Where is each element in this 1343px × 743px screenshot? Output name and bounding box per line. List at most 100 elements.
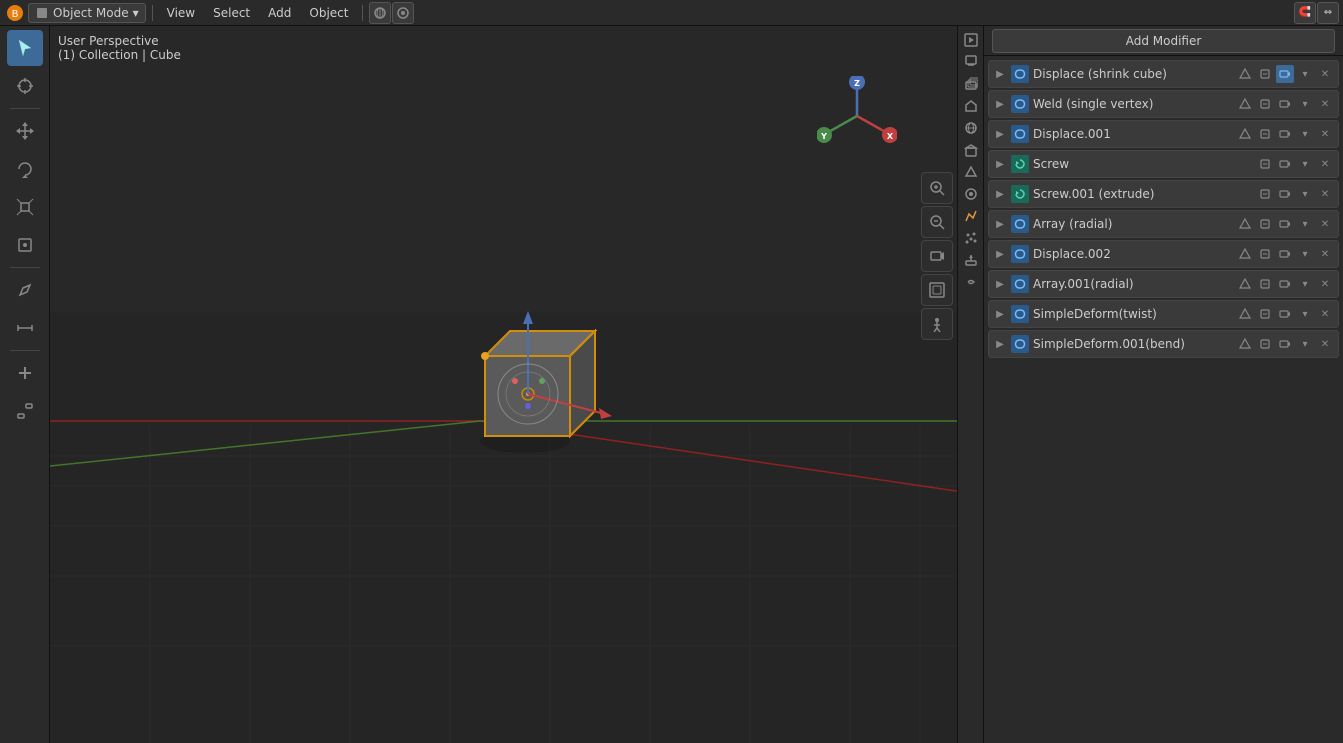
modifier-vertex-btn-5[interactable]	[1236, 215, 1254, 233]
zoom-out-btn[interactable]	[921, 206, 953, 238]
modifier-camera-btn-2[interactable]	[1276, 125, 1294, 143]
blender-logo[interactable]: B	[4, 2, 26, 24]
measure-tool-btn[interactable]	[7, 310, 43, 346]
menu-object[interactable]: Object	[301, 4, 356, 22]
modifier-expand-7[interactable]: ▶	[993, 277, 1007, 291]
proportional-edit[interactable]	[392, 2, 414, 24]
global-local-toggle[interactable]	[369, 2, 391, 24]
modifier-row-7[interactable]: ▶Array.001(radial)▾✕	[988, 270, 1339, 298]
modifier-vertex-btn-1[interactable]	[1236, 95, 1254, 113]
modifier-expand-3[interactable]: ▶	[993, 157, 1007, 171]
modifier-vertex-btn-2[interactable]	[1236, 125, 1254, 143]
modifier-close-btn-2[interactable]: ✕	[1316, 125, 1334, 143]
modifier-expand-2[interactable]: ▶	[993, 127, 1007, 141]
modifier-close-btn-6[interactable]: ✕	[1316, 245, 1334, 263]
output-props-btn[interactable]	[961, 52, 981, 72]
cursor-tool-btn[interactable]	[7, 68, 43, 104]
modifier-edit-btn-7[interactable]	[1256, 275, 1274, 293]
physics-props-btn[interactable]	[961, 250, 981, 270]
modifier-props-btn[interactable]	[961, 206, 981, 226]
modifier-camera-btn-1[interactable]	[1276, 95, 1294, 113]
view-all-btn[interactable]	[921, 274, 953, 306]
modifier-vertex-btn-7[interactable]	[1236, 275, 1254, 293]
modifier-vertex-btn-0[interactable]	[1236, 65, 1254, 83]
scene-props-btn[interactable]	[961, 96, 981, 116]
modifier-close-btn-1[interactable]: ✕	[1316, 95, 1334, 113]
modifier-vertex-btn-6[interactable]	[1236, 245, 1254, 263]
annotate-tool-btn[interactable]	[7, 272, 43, 308]
modifier-expand-5[interactable]: ▶	[993, 217, 1007, 231]
modifier-row-6[interactable]: ▶Displace.002▾✕	[988, 240, 1339, 268]
mesh-props-btn[interactable]	[961, 162, 981, 182]
menu-add[interactable]: Add	[260, 4, 299, 22]
move-tool-btn[interactable]	[7, 113, 43, 149]
object-props-btn[interactable]	[961, 140, 981, 160]
modifier-edit-btn-4[interactable]	[1256, 185, 1274, 203]
modifier-chevron-btn-8[interactable]: ▾	[1296, 305, 1314, 323]
mode-selector[interactable]: Object Mode ▾	[28, 3, 146, 23]
render-props-btn[interactable]	[961, 30, 981, 50]
select-tool-btn[interactable]	[7, 30, 43, 66]
modifier-chevron-btn-2[interactable]: ▾	[1296, 125, 1314, 143]
constraints-props-btn[interactable]	[961, 272, 981, 292]
camera-view-btn[interactable]	[921, 240, 953, 272]
zoom-in-btn[interactable]	[921, 172, 953, 204]
walk-fly-btn[interactable]	[921, 308, 953, 340]
modifier-camera-btn-4[interactable]	[1276, 185, 1294, 203]
orientation-gizmo[interactable]: Z X Y	[817, 76, 897, 156]
modifier-edit-btn-6[interactable]	[1256, 245, 1274, 263]
menu-select[interactable]: Select	[205, 4, 258, 22]
modifier-edit-btn-1[interactable]	[1256, 95, 1274, 113]
modifier-camera-btn-6[interactable]	[1276, 245, 1294, 263]
modifier-edit-btn-3[interactable]	[1256, 155, 1274, 173]
modifier-expand-0[interactable]: ▶	[993, 67, 1007, 81]
modifier-chevron-btn-1[interactable]: ▾	[1296, 95, 1314, 113]
rotate-tool-btn[interactable]	[7, 151, 43, 187]
modifier-row-3[interactable]: ▶Screw▾✕	[988, 150, 1339, 178]
modifier-expand-6[interactable]: ▶	[993, 247, 1007, 261]
menu-view[interactable]: View	[159, 4, 203, 22]
modifier-vertex-btn-8[interactable]	[1236, 305, 1254, 323]
modifier-row-2[interactable]: ▶Displace.001▾✕	[988, 120, 1339, 148]
modifier-expand-4[interactable]: ▶	[993, 187, 1007, 201]
modifier-camera-btn-9[interactable]	[1276, 335, 1294, 353]
transform2-tool-btn[interactable]	[7, 393, 43, 429]
modifier-camera-btn-0[interactable]	[1276, 65, 1294, 83]
modifier-close-btn-9[interactable]: ✕	[1316, 335, 1334, 353]
material-props-btn[interactable]	[961, 184, 981, 204]
modifier-row-8[interactable]: ▶SimpleDeform(twist)▾✕	[988, 300, 1339, 328]
modifier-close-btn-8[interactable]: ✕	[1316, 305, 1334, 323]
world-props-btn[interactable]	[961, 118, 981, 138]
view-layer-btn[interactable]	[961, 74, 981, 94]
modifier-close-btn-7[interactable]: ✕	[1316, 275, 1334, 293]
modifier-expand-8[interactable]: ▶	[993, 307, 1007, 321]
modifier-row-9[interactable]: ▶SimpleDeform.001(bend)▾✕	[988, 330, 1339, 358]
modifier-edit-btn-0[interactable]	[1256, 65, 1274, 83]
modifier-camera-btn-3[interactable]	[1276, 155, 1294, 173]
modifier-chevron-btn-9[interactable]: ▾	[1296, 335, 1314, 353]
scale-tool-btn[interactable]	[7, 189, 43, 225]
mirror-btn[interactable]: ⇔	[1317, 2, 1339, 24]
modifier-camera-btn-5[interactable]	[1276, 215, 1294, 233]
modifier-chevron-btn-6[interactable]: ▾	[1296, 245, 1314, 263]
modifier-edit-btn-8[interactable]	[1256, 305, 1274, 323]
snap-btn[interactable]: 🧲	[1294, 2, 1316, 24]
modifier-close-btn-5[interactable]: ✕	[1316, 215, 1334, 233]
modifier-edit-btn-2[interactable]	[1256, 125, 1274, 143]
modifier-vertex-btn-9[interactable]	[1236, 335, 1254, 353]
modifier-row-5[interactable]: ▶Array (radial)▾✕	[988, 210, 1339, 238]
modifier-chevron-btn-7[interactable]: ▾	[1296, 275, 1314, 293]
modifier-row-4[interactable]: ▶Screw.001 (extrude)▾✕	[988, 180, 1339, 208]
modifier-edit-btn-9[interactable]	[1256, 335, 1274, 353]
particles-props-btn[interactable]	[961, 228, 981, 248]
modifier-expand-9[interactable]: ▶	[993, 337, 1007, 351]
viewport[interactable]: User Perspective (1) Collection | Cube Z…	[50, 26, 957, 743]
add-modifier-button[interactable]: Add Modifier	[992, 29, 1335, 53]
modifier-chevron-btn-3[interactable]: ▾	[1296, 155, 1314, 173]
add-object-btn[interactable]	[7, 355, 43, 391]
modifier-row-0[interactable]: ▶Displace (shrink cube)▾✕	[988, 60, 1339, 88]
modifier-chevron-btn-4[interactable]: ▾	[1296, 185, 1314, 203]
modifier-close-btn-0[interactable]: ✕	[1316, 65, 1334, 83]
transform-tool-btn[interactable]	[7, 227, 43, 263]
modifier-camera-btn-8[interactable]	[1276, 305, 1294, 323]
